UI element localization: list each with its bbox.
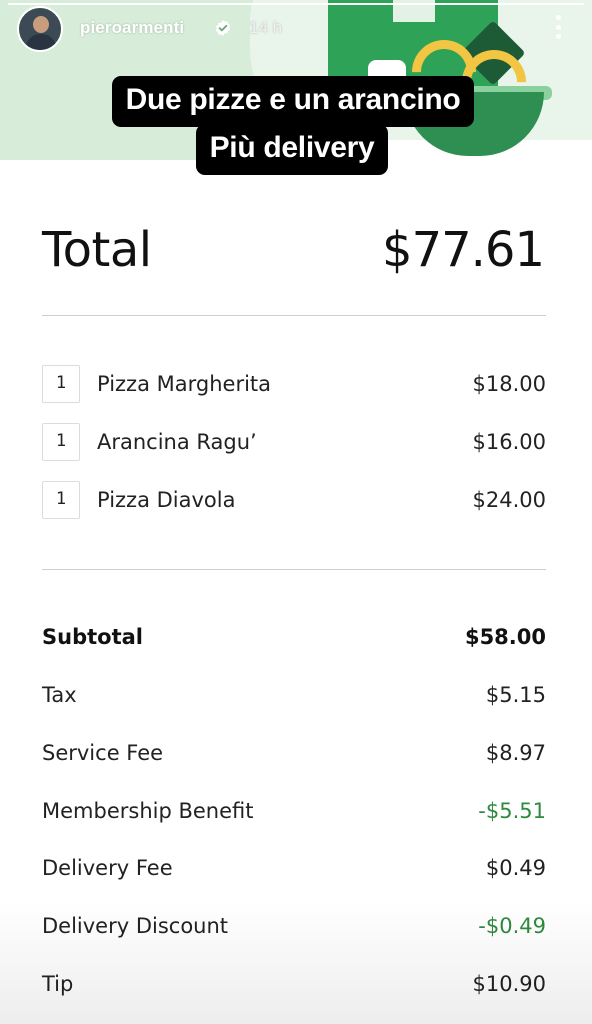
total-value: $77.61 — [382, 222, 545, 278]
item-quantity: 1 — [42, 365, 80, 403]
avatar[interactable] — [17, 6, 63, 52]
divider — [42, 315, 546, 316]
caption-line-1: Due pizze e un arancino — [111, 76, 475, 127]
item-name: Pizza Margherita — [97, 372, 272, 396]
summary-label: Tax — [42, 683, 77, 707]
divider — [42, 569, 546, 570]
summary-row-delivery-discount: Delivery Discount -$0.49 — [42, 914, 546, 944]
summary-row-subtotal: Subtotal $58.00 — [42, 625, 546, 655]
order-item: 1 Arancina Ragu’ $16.00 — [42, 423, 546, 461]
summary-value: $8.97 — [485, 741, 546, 765]
post-time: 14 h — [249, 18, 283, 37]
item-price: $24.00 — [472, 488, 546, 512]
item-price: $18.00 — [472, 372, 546, 396]
summary-label: Delivery Discount — [42, 914, 229, 938]
story-viewer: pieroarmenti 14 h Due pizze e un arancin… — [0, 0, 592, 1024]
summary-row-service-fee: Service Fee $8.97 — [42, 741, 546, 771]
story-progress-fill — [8, 3, 584, 5]
summary-value: -$5.51 — [478, 799, 546, 823]
username[interactable]: pieroarmenti — [80, 18, 184, 38]
summary-row-tip: Tip $10.90 — [42, 972, 546, 1002]
summary-label: Tip — [42, 972, 74, 996]
item-quantity: 1 — [42, 481, 80, 519]
summary-label: Membership Benefit — [42, 799, 254, 823]
summary-value: $10.90 — [472, 972, 546, 996]
item-name: Pizza Diavola — [97, 488, 236, 512]
summary-label: Delivery Fee — [42, 856, 173, 880]
summary-value: $0.49 — [485, 856, 546, 880]
item-name: Arancina Ragu’ — [97, 430, 257, 454]
item-price: $16.00 — [472, 430, 546, 454]
summary-label: Subtotal — [42, 625, 143, 649]
summary-row-delivery-fee: Delivery Fee $0.49 — [42, 856, 546, 886]
caption-line-2: Più delivery — [195, 124, 389, 175]
total-label: Total — [42, 222, 152, 278]
summary-value: $5.15 — [485, 683, 546, 707]
item-quantity: 1 — [42, 423, 80, 461]
summary-value: $58.00 — [464, 625, 546, 649]
story-progress-bar — [8, 3, 584, 5]
caption-line-2-wrap: Più delivery — [182, 124, 402, 178]
more-vertical-icon[interactable] — [552, 13, 564, 41]
order-item: 1 Pizza Diavola $24.00 — [42, 481, 546, 519]
order-item: 1 Pizza Margherita $18.00 — [42, 365, 546, 403]
summary-row-membership-benefit: Membership Benefit -$5.51 — [42, 799, 546, 829]
summary-label: Service Fee — [42, 741, 164, 765]
summary-value: -$0.49 — [478, 914, 546, 938]
verified-badge-icon — [215, 20, 231, 36]
summary-row-tax: Tax $5.15 — [42, 683, 546, 713]
